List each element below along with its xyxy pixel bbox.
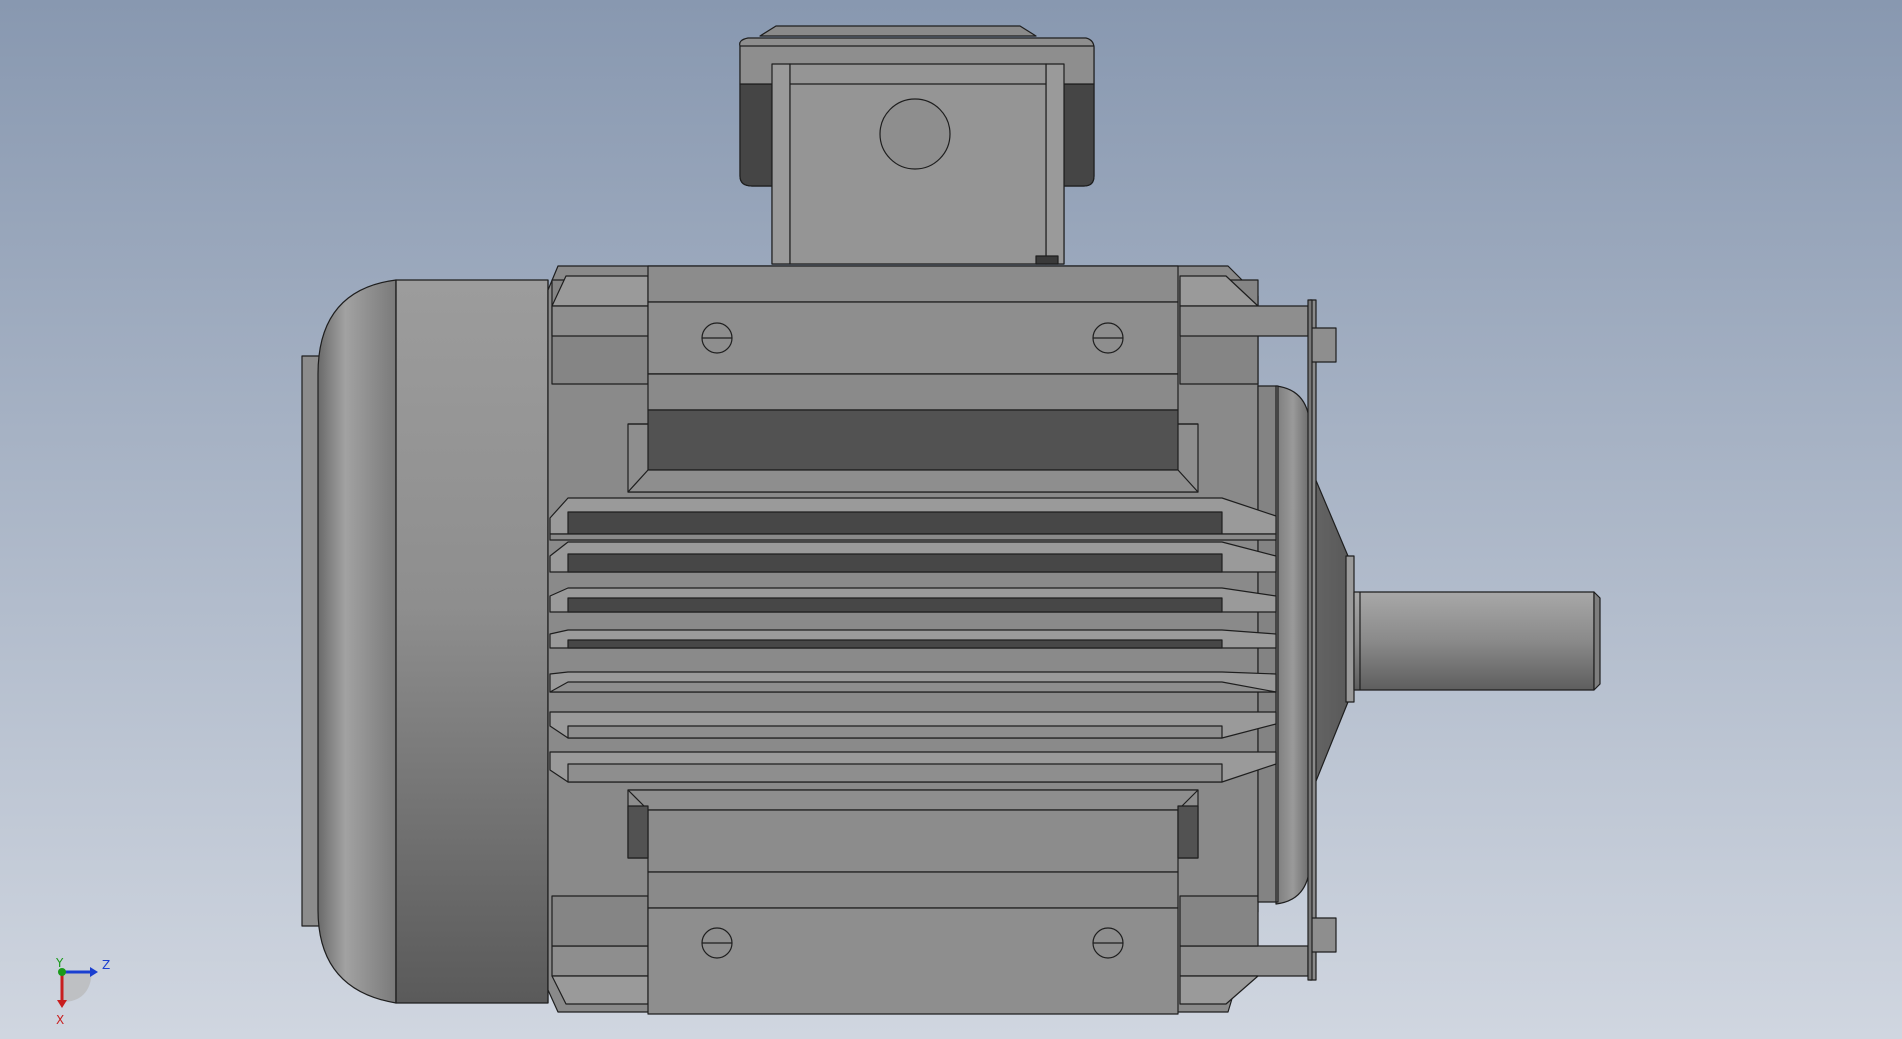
x-axis-label: X [56,1013,64,1027]
motor-shaft [1353,591,1601,691]
z-axis-arrowhead [90,967,98,977]
z-axis-label: Z [102,958,110,972]
x-axis-arrowhead [57,1000,67,1008]
y-axis-label: Y [55,958,64,970]
terminal-box [739,25,1095,265]
fan-cover [301,279,549,1004]
graphics-viewport[interactable]: Z Y X [0,0,1902,1039]
motor-model[interactable] [0,0,1902,1039]
view-orientation-triad: Z Y X [55,958,110,1027]
bottom-mounting-foot [627,789,1199,1015]
top-mounting-foot [627,265,1199,493]
